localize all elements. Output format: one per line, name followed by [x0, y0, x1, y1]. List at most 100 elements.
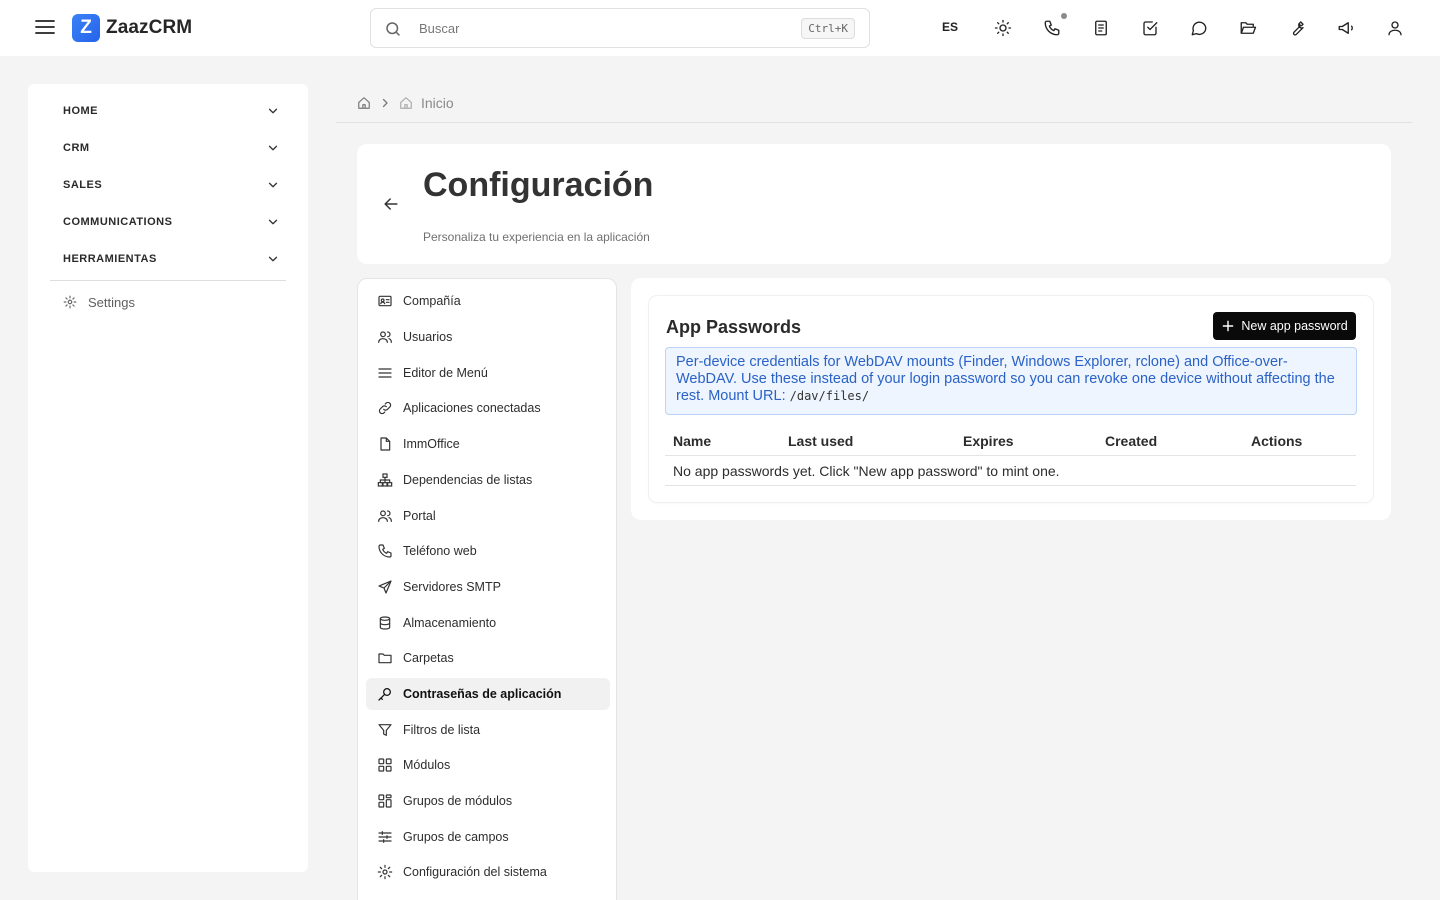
sidebar-section-communications[interactable]: COMMUNICATIONS	[50, 207, 286, 237]
settings-item-label: Teléfono web	[403, 544, 477, 558]
settings-item-editor-menu[interactable]: Editor de Menú	[366, 357, 610, 389]
chevron-down-icon	[268, 145, 278, 151]
page-header: Configuración Personaliza tu experiencia…	[357, 144, 1391, 264]
column-header-last-used[interactable]: Last used	[788, 433, 853, 449]
sidebar-item-label: Settings	[88, 294, 135, 310]
home-icon	[400, 97, 412, 109]
settings-item-label: Portal	[403, 509, 436, 523]
sidebar-section-label: COMMUNICATIONS	[63, 216, 173, 228]
settings-item-label: Editor de Menú	[403, 366, 488, 380]
id-card-icon	[378, 295, 392, 307]
database-icon	[379, 616, 391, 630]
settings-item-immoffice[interactable]: ImmOffice	[366, 428, 610, 460]
settings-item-contrasenas-aplicacion[interactable]: Contraseñas de aplicación	[366, 678, 610, 710]
app-name: ZaazCRM	[106, 17, 193, 38]
button-label: New app password	[1241, 319, 1348, 333]
table-row: No app passwords yet. Click "New app pas…	[665, 456, 1356, 486]
settings-item-label: Compañía	[403, 294, 461, 308]
link-icon	[378, 401, 392, 415]
main-panel: App Passwords New app password Per-devic…	[631, 278, 1391, 520]
language-switcher[interactable]: ES	[942, 20, 958, 34]
chevron-down-icon	[268, 219, 278, 225]
gear-icon	[377, 864, 393, 880]
chevron-right-icon	[382, 98, 388, 108]
gear-icon	[63, 295, 77, 309]
info-alert: Per-device credentials for WebDAV mounts…	[665, 347, 1357, 415]
filter-icon	[378, 724, 392, 736]
file-icon	[380, 437, 391, 451]
settings-menu: Compañía Usuarios Editor de Menú Aplicac…	[357, 278, 617, 900]
sidebar-section-label: SALES	[63, 179, 103, 191]
settings-item-usuarios[interactable]: Usuarios	[366, 321, 610, 353]
sidebar-divider	[50, 280, 286, 281]
settings-item-label: Almacenamiento	[403, 616, 497, 630]
menu-lines-icon	[378, 368, 392, 378]
wrench-icon[interactable]	[1286, 17, 1308, 39]
settings-item-modulos[interactable]: Módulos	[366, 749, 610, 781]
settings-item-label: Carpetas	[403, 651, 454, 665]
grid-group-icon	[378, 794, 392, 808]
users-icon	[378, 331, 392, 343]
chat-icon[interactable]	[1188, 17, 1210, 39]
grid-icon	[378, 758, 392, 772]
column-header-name[interactable]: Name	[673, 433, 711, 449]
settings-item-portal[interactable]: Portal	[366, 500, 610, 532]
column-header-actions: Actions	[1251, 433, 1303, 449]
search-shortcut: Ctrl+K	[801, 18, 855, 39]
settings-item-label: Servidores SMTP	[403, 580, 501, 594]
hierarchy-icon	[377, 473, 393, 487]
empty-state-message: No app passwords yet. Click "New app pas…	[673, 463, 1060, 479]
sun-icon[interactable]	[992, 17, 1014, 39]
megaphone-icon[interactable]	[1335, 17, 1357, 39]
sidebar-item-settings[interactable]: Settings	[50, 290, 286, 314]
settings-item-filtros-lista[interactable]: Filtros de lista	[366, 714, 610, 746]
back-arrow-icon[interactable]	[381, 194, 401, 214]
column-header-created[interactable]: Created	[1105, 433, 1157, 449]
breadcrumb: Inicio	[357, 94, 454, 112]
page-title: Configuración	[423, 166, 654, 204]
search-bar[interactable]: Ctrl+K	[370, 8, 870, 48]
phone-icon	[378, 544, 392, 558]
settings-item-configuracion-sistema[interactable]: Configuración del sistema	[366, 856, 610, 888]
notification-dot	[1061, 13, 1067, 19]
column-header-expires[interactable]: Expires	[963, 433, 1014, 449]
sidebar-section-sales[interactable]: SALES	[50, 170, 286, 200]
sidebar-section-crm[interactable]: CRM	[50, 133, 286, 163]
hamburger-menu-icon[interactable]	[34, 16, 56, 38]
logo-mark: Z	[72, 14, 100, 42]
new-app-password-button[interactable]: New app password	[1213, 312, 1356, 340]
app-logo[interactable]: Z ZaazCRM	[72, 14, 192, 42]
check-square-icon[interactable]	[1139, 17, 1161, 39]
settings-item-aplicaciones-conectadas[interactable]: Aplicaciones conectadas	[366, 392, 610, 424]
settings-item-label: Grupos de campos	[403, 830, 509, 844]
user-icon[interactable]	[1384, 17, 1406, 39]
breadcrumb-current: Inicio	[421, 95, 454, 111]
sidebar-section-herramientas[interactable]: HERRAMIENTAS	[50, 244, 286, 274]
settings-item-grupos-campos[interactable]: Grupos de campos	[366, 821, 610, 853]
settings-item-almacenamiento[interactable]: Almacenamiento	[366, 607, 610, 639]
home-icon[interactable]	[357, 96, 371, 110]
chevron-down-icon	[268, 108, 278, 114]
folder-open-icon[interactable]	[1237, 17, 1259, 39]
phone-icon[interactable]	[1041, 13, 1067, 39]
settings-item-label: Dependencias de listas	[403, 473, 533, 487]
settings-item-carpetas[interactable]: Carpetas	[366, 642, 610, 674]
search-input[interactable]	[419, 18, 799, 38]
settings-item-compania[interactable]: Compañía	[366, 285, 610, 317]
settings-item-dependencias-listas[interactable]: Dependencias de listas	[366, 464, 610, 496]
sidebar-section-label: HERRAMIENTAS	[63, 253, 157, 265]
app-passwords-card: App Passwords New app password Per-devic…	[649, 296, 1373, 502]
settings-item-servidores-smtp[interactable]: Servidores SMTP	[366, 571, 610, 603]
sidebar-section-label: CRM	[63, 142, 90, 154]
settings-item-label: Aplicaciones conectadas	[403, 401, 541, 415]
settings-item-telefono-web[interactable]: Teléfono web	[366, 535, 610, 567]
chevron-down-icon	[268, 256, 278, 262]
info-text: Per-device credentials for WebDAV mounts…	[676, 354, 1335, 404]
sidebar-section-home[interactable]: HOME	[50, 96, 286, 126]
settings-item-label: Configuración del sistema	[403, 865, 547, 879]
document-icon[interactable]	[1090, 17, 1112, 39]
settings-item-grupos-modulos[interactable]: Grupos de módulos	[366, 785, 610, 817]
users-icon	[378, 510, 392, 522]
breadcrumb-divider	[336, 122, 1412, 123]
send-icon	[378, 580, 392, 594]
